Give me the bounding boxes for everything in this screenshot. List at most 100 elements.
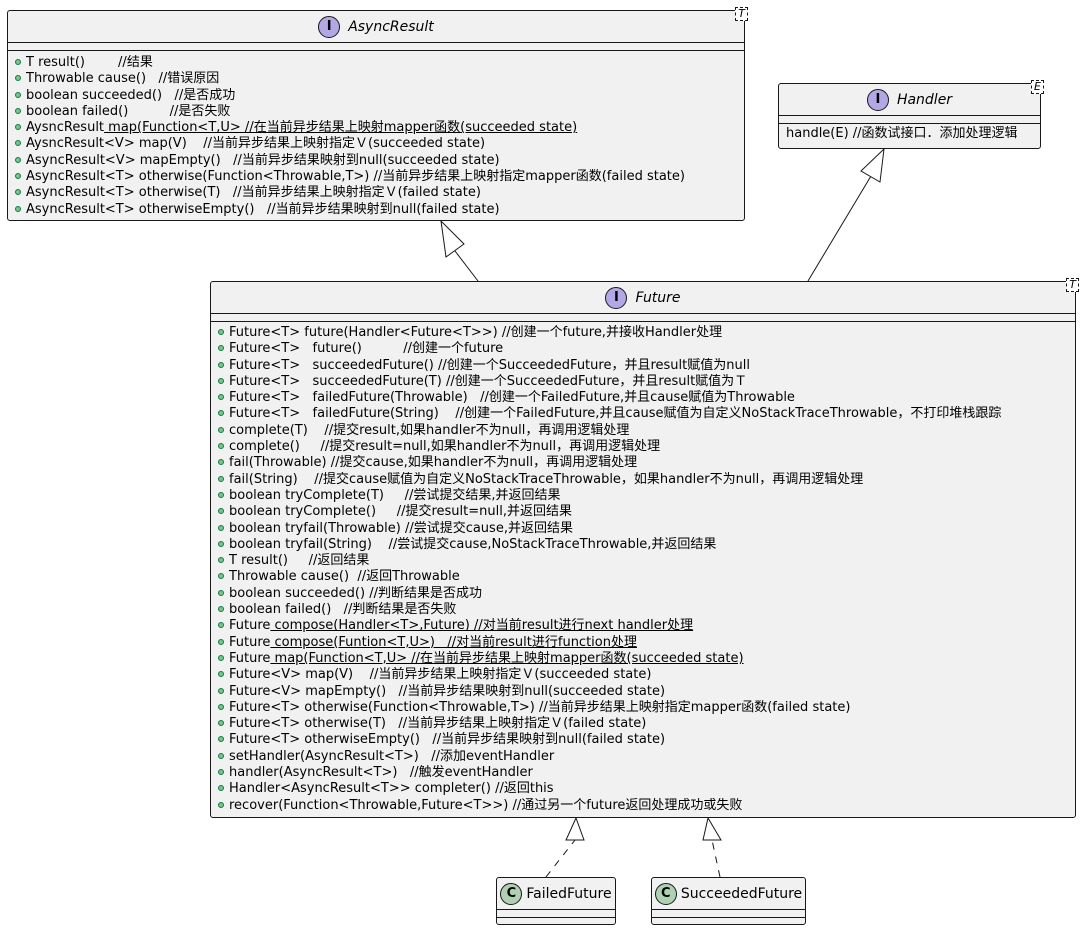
arrowhead-future-right <box>702 816 722 841</box>
public-visibility-icon <box>218 443 224 450</box>
method-text: AsyncResult<T> otherwise(T) //当前异步结果上映射指… <box>26 185 481 201</box>
handler-separator-2 <box>779 123 1040 124</box>
asyncresult-interface: I AsyncResult T T result() //结果 Throwable… <box>7 7 748 221</box>
public-visibility-icon <box>15 124 21 131</box>
method-row: setHandler(AsyncResult<T>) //添加eventHand… <box>218 749 1071 765</box>
handler-generic-param: E <box>1031 80 1044 94</box>
public-visibility-icon <box>218 752 224 759</box>
method-text: boolean failed() //是否失败 <box>26 103 231 119</box>
failedfuture-title: FailedFuture <box>526 885 612 902</box>
future-interface: I Future T Future<T> future(Handler<Futu… <box>210 278 1079 818</box>
method-text: T result() //返回结果 <box>229 553 370 569</box>
handler-header: I Handler <box>779 84 1040 115</box>
method-text: Future<T> failedFuture(String) //创建一个Fai… <box>229 406 1002 422</box>
public-visibility-icon <box>218 606 224 613</box>
method-row: Throwable cause() //返回Throwable <box>218 569 1071 585</box>
future-title: Future <box>635 289 681 306</box>
handler-methods: handle(E) //函数试接口．添加处理逻辑 <box>786 126 1036 142</box>
handler-separator-1 <box>779 115 1040 116</box>
method-row: Future<T> otherwiseEmpty() //当前异步结果映射到nu… <box>218 732 1071 748</box>
asyncresult-separator-2 <box>8 50 744 51</box>
failedfuture-class: C FailedFuture <box>496 877 616 925</box>
future-generic-param: T <box>1066 278 1079 292</box>
public-visibility-icon <box>15 75 21 82</box>
method-text: Future<V> mapEmpty() //当前异步结果映射到null(suc… <box>229 683 666 699</box>
method-underlined-text: compose(Handler<T>,Future) //对当前result进行… <box>270 618 694 634</box>
edge-succeededfuture-implements-future <box>711 839 721 878</box>
method-text: handle(E) //函数试接口．添加处理逻辑 <box>786 126 1018 141</box>
handler-title: Handler <box>896 91 953 108</box>
method-row: T result() //返回结果 <box>218 553 1071 569</box>
method-row: boolean succeeded() //是否成功 <box>15 88 740 104</box>
method-row: Future<T> succeededFuture(T) //创建一个Succe… <box>218 374 1071 390</box>
method-row: Future map(Function<T,U> //在当前异步结果上映射map… <box>218 651 1071 667</box>
method-text: Throwable cause() //错误原因 <box>26 71 220 87</box>
public-visibility-icon <box>218 687 224 694</box>
public-visibility-icon <box>218 345 224 352</box>
failedfuture-separator-1 <box>497 909 615 910</box>
method-row: fail(String) //提交cause赋值为自定义NoStackTrace… <box>218 472 1071 488</box>
future-methods: Future<T> future(Handler<Future<T>>) //创… <box>218 325 1071 814</box>
method-text: Future <box>229 650 271 666</box>
method-row: AsyncResult<T> otherwise(Function<Throwa… <box>15 169 740 185</box>
method-row: Future<T> future() //创建一个future <box>218 341 1071 357</box>
public-visibility-icon <box>15 140 21 147</box>
public-visibility-icon <box>218 540 224 547</box>
public-visibility-icon <box>218 426 224 433</box>
method-text: Future<T> otherwiseEmpty() //当前异步结果映射到nu… <box>229 732 666 748</box>
public-visibility-icon <box>218 801 224 808</box>
arrowhead-asyncresult <box>440 219 465 258</box>
public-visibility-icon <box>218 573 224 580</box>
method-text: Future<T> future() //创建一个future <box>229 341 504 357</box>
arrowhead-handler <box>860 147 885 183</box>
public-visibility-icon <box>218 491 224 498</box>
method-underlined-text: map(Function<T,U> //在当前异步结果上映射mapper函数(s… <box>270 650 744 666</box>
public-visibility-icon <box>218 654 224 661</box>
method-row: Future<T> future(Handler<Future<T>>) //创… <box>218 325 1071 341</box>
method-row: AysncResult<V> map(V) //当前异步结果上映射指定Ｖ(suc… <box>15 136 740 152</box>
succeededfuture-separator-1 <box>652 909 805 910</box>
public-visibility-icon <box>218 769 224 776</box>
method-row: AsyncResult<T> otherwiseEmpty() //当前异步结果… <box>15 202 740 218</box>
method-row: Future<V> map(V) //当前异步结果上映射指定Ｖ(succeede… <box>218 667 1071 683</box>
method-underlined-text: map(Function<T,U> //在当前异步结果上映射mapper函数(s… <box>104 120 578 136</box>
method-row: boolean failed() //是否失败 <box>15 104 740 120</box>
public-visibility-icon <box>218 557 224 564</box>
public-visibility-icon <box>15 205 21 212</box>
method-row: Future<T> failedFuture(Throwable) //创建一个… <box>218 390 1071 406</box>
method-row: boolean tryComplete(T) //尝试提交结果,并返回结果 <box>218 488 1071 504</box>
method-text: recover(Function<Throwable,Future<T>>) /… <box>229 797 743 813</box>
method-row: boolean failed() //判断结果是否失败 <box>218 602 1071 618</box>
method-text: boolean tryComplete() //提交result=null,并返… <box>229 504 572 520</box>
public-visibility-icon <box>15 156 21 163</box>
method-text: complete(T) //提交result,如果handler不为null，再… <box>229 422 630 438</box>
public-visibility-icon <box>15 91 21 98</box>
method-text: boolean tryfail(Throwable) //尝试提交cause,并… <box>229 520 573 536</box>
handler-interface: I Handler E handle(E) //函数试接口．添加处理逻辑 <box>778 80 1044 149</box>
method-row: Future<V> mapEmpty() //当前异步结果映射到null(suc… <box>218 684 1071 700</box>
method-text: AsyncResult<T> otherwise(Function<Throwa… <box>26 169 685 185</box>
public-visibility-icon <box>218 785 224 792</box>
edge-failedfuture-implements-future <box>545 839 576 878</box>
method-text: Throwable cause() //返回Throwable <box>229 569 460 585</box>
method-text: boolean succeeded() //判断结果是否成功 <box>229 585 482 601</box>
public-visibility-icon <box>218 589 224 596</box>
method-row: Handler<AsyncResult<T>> completer() //返回… <box>218 781 1071 797</box>
public-visibility-icon <box>15 59 21 65</box>
succeededfuture-header: C SucceededFuture <box>652 878 805 909</box>
method-text: boolean tryComplete(T) //尝试提交结果,并返回结果 <box>229 487 561 503</box>
method-text: boolean tryfail(String) //尝试提交cause,NoSt… <box>229 536 717 552</box>
public-visibility-icon <box>218 720 224 727</box>
method-text: setHandler(AsyncResult<T>) //添加eventHand… <box>229 748 555 764</box>
method-row: AsyncResult<T> otherwise(T) //当前异步结果上映射指… <box>15 185 740 201</box>
method-text: AysncResult<V> map(V) //当前异步结果上映射指定Ｖ(suc… <box>26 136 486 152</box>
interface-spot-icon: I <box>318 15 341 38</box>
public-visibility-icon <box>15 107 21 114</box>
method-text: AysncResult <box>26 120 105 136</box>
public-visibility-icon <box>218 508 224 515</box>
public-visibility-icon <box>218 475 224 482</box>
method-row: complete(T) //提交result,如果handler不为null，再… <box>218 423 1071 439</box>
method-text: boolean failed() //判断结果是否失败 <box>229 602 457 618</box>
interface-spot-icon: I <box>605 286 628 309</box>
method-text: complete() //提交result=null,如果handler不为nu… <box>229 439 661 455</box>
